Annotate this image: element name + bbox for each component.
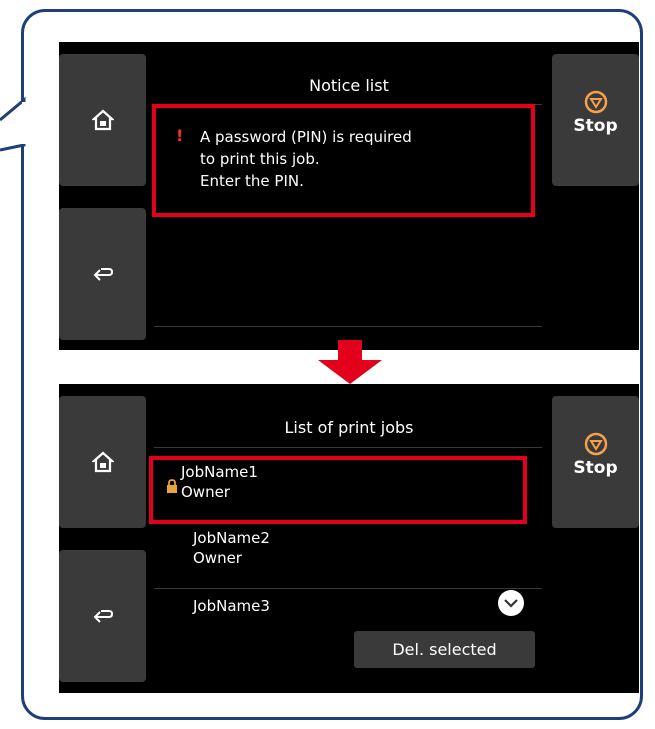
job-row[interactable]: JobName3 (193, 596, 583, 616)
job-name: JobName1 (181, 463, 258, 481)
job-name: JobName2 (193, 529, 270, 547)
warning-mark: ! (176, 126, 184, 145)
back-arrow-icon (93, 610, 113, 623)
lock-icon (167, 479, 177, 493)
arrow-down-icon (318, 340, 382, 384)
back-button[interactable] (59, 550, 146, 682)
job-owner: Owner (181, 483, 230, 501)
screen-title: Notice list (309, 76, 389, 95)
home-button[interactable] (59, 54, 146, 186)
notice-highlight[interactable]: ! A password (PIN) is required to print … (152, 104, 535, 217)
back-button[interactable] (59, 208, 146, 340)
job-row[interactable]: JobName2 Owner (193, 528, 583, 568)
stop-icon (584, 90, 607, 114)
stop-icon (584, 432, 607, 456)
callout-tail (0, 96, 28, 152)
screen-title: List of print jobs (284, 418, 414, 437)
job-row[interactable]: JobName1 Owner (181, 462, 571, 502)
divider (154, 447, 542, 448)
home-icon (91, 451, 114, 473)
stop-button[interactable]: Stop (552, 54, 639, 186)
stop-label: Stop (573, 458, 618, 478)
job-name: JobName3 (193, 597, 270, 615)
del-selected-button[interactable]: Del. selected (354, 631, 535, 668)
print-jobs-screen: Stop List of print jobs JobName1 Owner J… (59, 384, 639, 693)
home-button[interactable] (59, 396, 146, 528)
stop-label: Stop (573, 116, 618, 136)
home-icon (91, 109, 114, 131)
divider (154, 588, 542, 589)
chevron-down-icon (504, 599, 518, 608)
notice-message: A password (PIN) is required to print th… (200, 128, 412, 190)
scroll-down-button[interactable] (498, 590, 524, 616)
divider (154, 326, 542, 327)
notice-list-screen: Stop Notice list ! A password (PIN) is r… (59, 42, 639, 350)
back-arrow-icon (93, 268, 113, 281)
job-owner: Owner (193, 549, 242, 567)
